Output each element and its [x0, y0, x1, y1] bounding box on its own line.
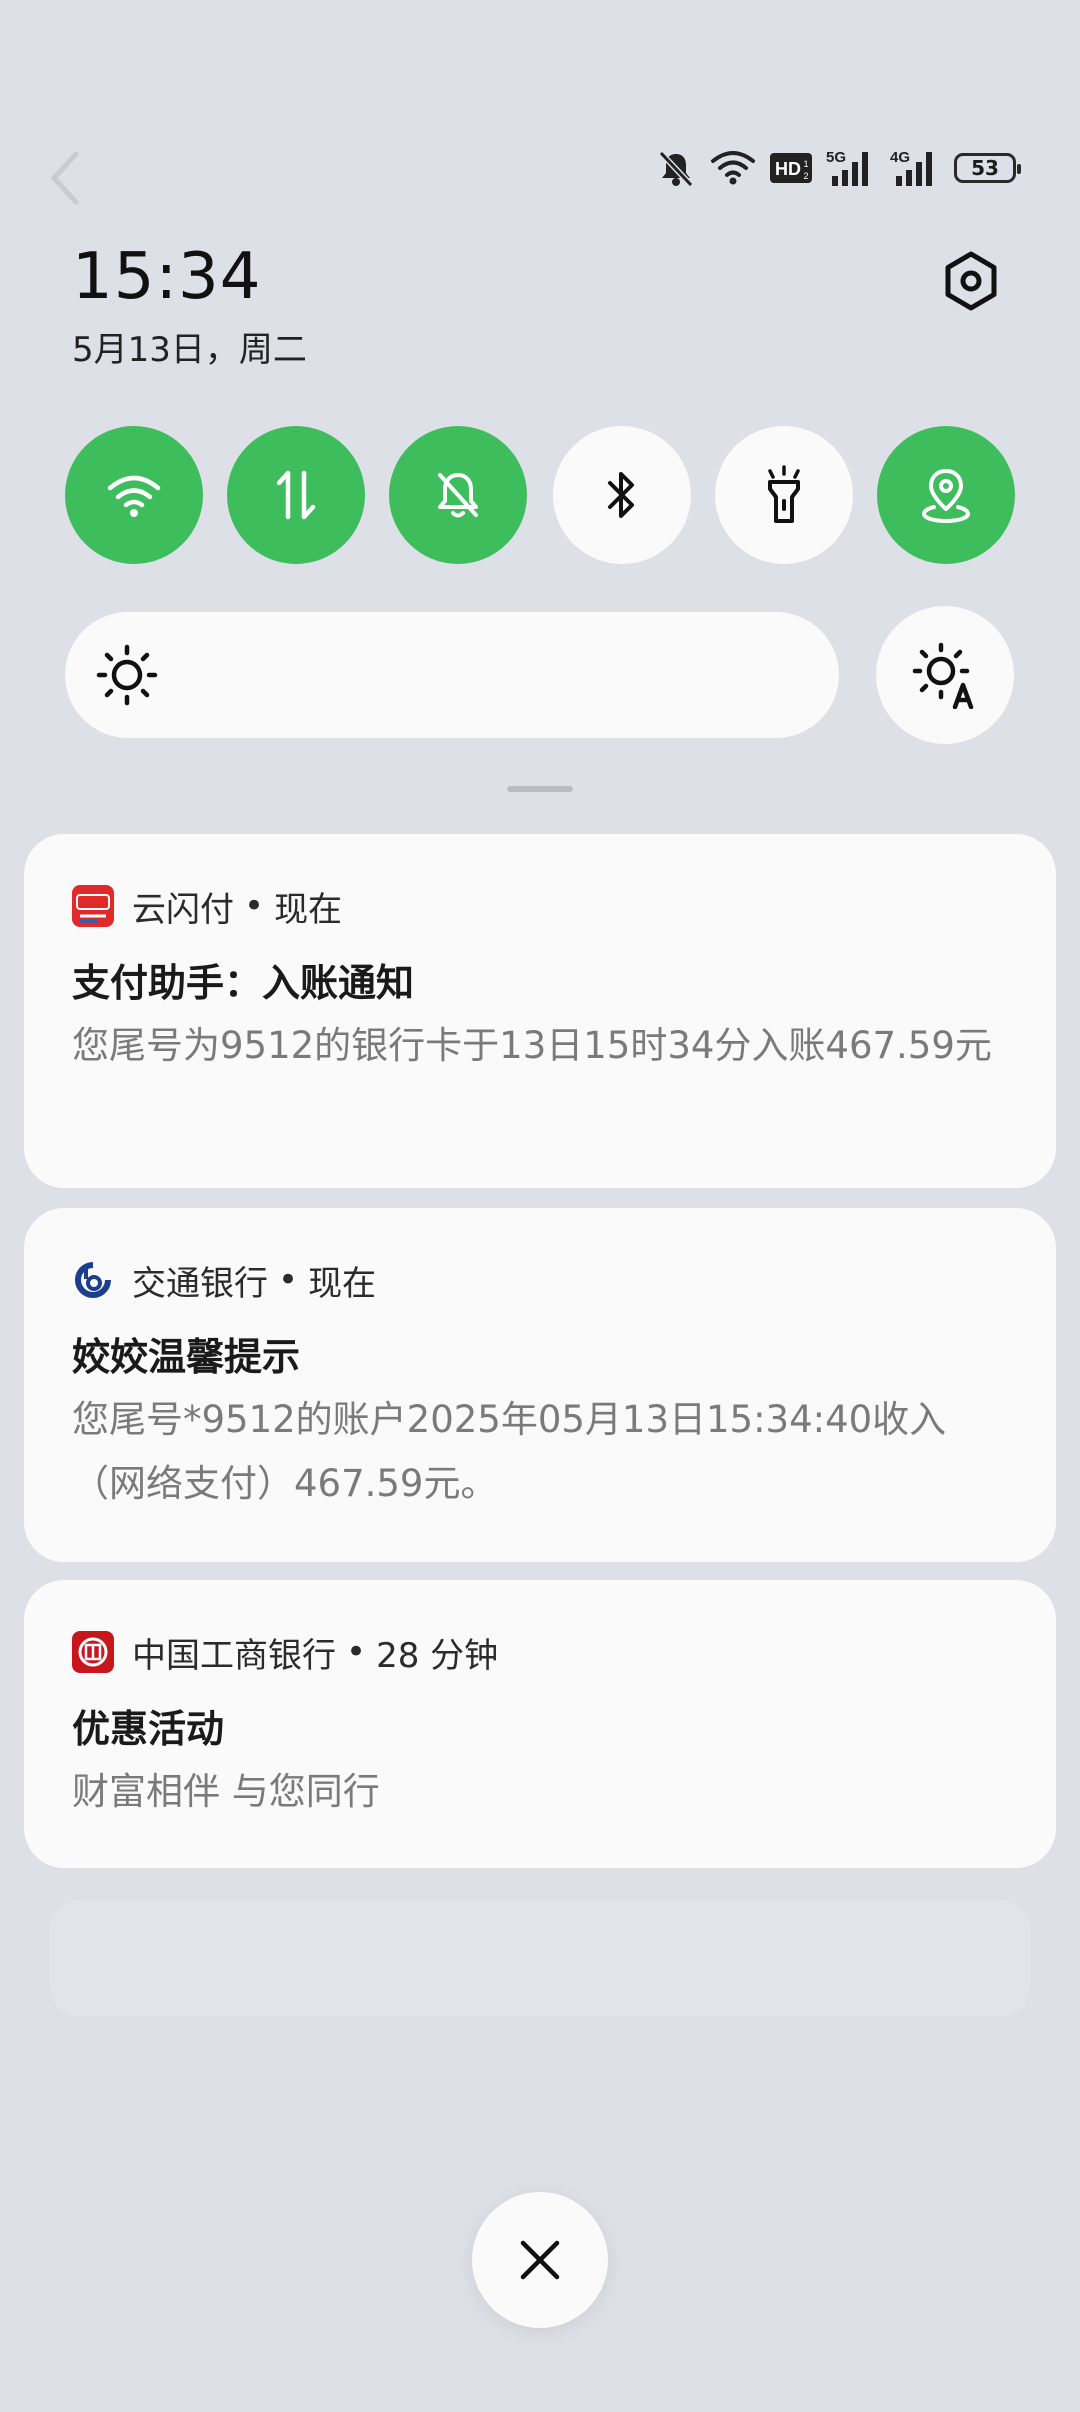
hd-label: HD	[775, 159, 801, 179]
notification-shade: HD 1 2 5G 4G 53 15:34 5月13日，周二 云闪付 • 现在 …	[0, 0, 1080, 2412]
notification-app-name: 交通银行	[132, 1263, 268, 1304]
quick-toggles	[65, 426, 1015, 564]
clear-notifications-button[interactable]	[472, 2192, 608, 2328]
auto-brightness-button[interactable]	[876, 606, 1014, 744]
notification-time: 现在	[274, 889, 343, 930]
separator-dot: •	[346, 1632, 367, 1672]
notification-card[interactable]: 中国工商银行 • 28 分钟 优惠活动 财富相伴 与您同行	[24, 1580, 1056, 1868]
notification-title: 姣姣温馨提示	[72, 1335, 301, 1379]
flashlight-icon	[768, 465, 800, 523]
wifi-icon	[107, 475, 161, 517]
drag-handle[interactable]	[507, 786, 573, 792]
brightness-slider[interactable]	[65, 612, 839, 738]
location-toggle[interactable]	[877, 426, 1015, 564]
background-placeholder	[50, 1900, 1030, 2016]
back-chevron-icon[interactable]	[44, 146, 84, 214]
settings-hexagon-icon	[945, 251, 997, 311]
settings-button[interactable]	[936, 246, 1006, 316]
notification-app-name: 云闪付	[132, 889, 234, 930]
notification-title: 优惠活动	[72, 1707, 225, 1751]
wifi-toggle[interactable]	[65, 426, 203, 564]
signal-4g-icon: 4G	[890, 148, 940, 188]
svg-text:1: 1	[803, 159, 808, 169]
signal-4g-label: 4G	[890, 149, 910, 166]
bell-off-icon	[438, 473, 478, 518]
notification-time: 现在	[308, 1263, 377, 1304]
signal-5g-icon: 5G	[826, 148, 876, 188]
mute-icon	[656, 148, 696, 188]
location-pin-icon	[921, 469, 971, 524]
notification-time: 28 分钟	[376, 1635, 499, 1676]
clock-time[interactable]: 15:34	[72, 240, 261, 314]
signal-5g-label: 5G	[826, 149, 846, 166]
notification-header: 中国工商银行 • 28 分钟	[72, 1622, 1008, 1682]
mobile-data-toggle[interactable]	[227, 426, 365, 564]
notification-body: 您尾号为9512的银行卡于13日15时34分入账467.59元	[72, 1024, 992, 1067]
bankcomm-app-icon	[72, 1259, 114, 1301]
flashlight-toggle[interactable]	[715, 426, 853, 564]
notification-card[interactable]: 云闪付 • 现在 支付助手：入账通知 您尾号为9512的银行卡于13日15时34…	[24, 834, 1056, 1188]
svg-text:2: 2	[803, 171, 808, 181]
brightness-sun-icon	[95, 643, 159, 711]
notification-body: 财富相伴 与您同行	[72, 1770, 380, 1813]
unionpay-app-icon	[72, 885, 114, 927]
hd-icon: HD 1 2	[770, 153, 812, 183]
notification-body: 您尾号*9512的账户2025年05月13日15:34:40收入（网络支付）46…	[72, 1398, 947, 1505]
silent-toggle[interactable]	[389, 426, 527, 564]
clock-date[interactable]: 5月13日，周二	[72, 322, 307, 371]
status-bar: HD 1 2 5G 4G 53	[656, 140, 1021, 196]
notification-title: 支付助手：入账通知	[72, 961, 415, 1005]
notification-header: 交通银行 • 现在	[72, 1250, 1008, 1310]
notification-app-name: 中国工商银行	[132, 1635, 336, 1676]
auto-brightness-icon	[912, 642, 974, 709]
close-icon	[520, 2240, 560, 2280]
notification-header: 云闪付 • 现在	[72, 876, 1008, 936]
battery-indicator: 53	[954, 153, 1021, 183]
bluetooth-icon	[608, 472, 634, 518]
separator-dot: •	[244, 886, 265, 926]
data-transfer-icon	[276, 470, 316, 520]
separator-dot: •	[278, 1260, 299, 1300]
icbc-app-icon	[72, 1631, 114, 1673]
wifi-status-icon	[710, 149, 756, 187]
bluetooth-toggle[interactable]	[553, 426, 691, 564]
notification-card[interactable]: 交通银行 • 现在 姣姣温馨提示 您尾号*9512的账户2025年05月13日1…	[24, 1208, 1056, 1562]
